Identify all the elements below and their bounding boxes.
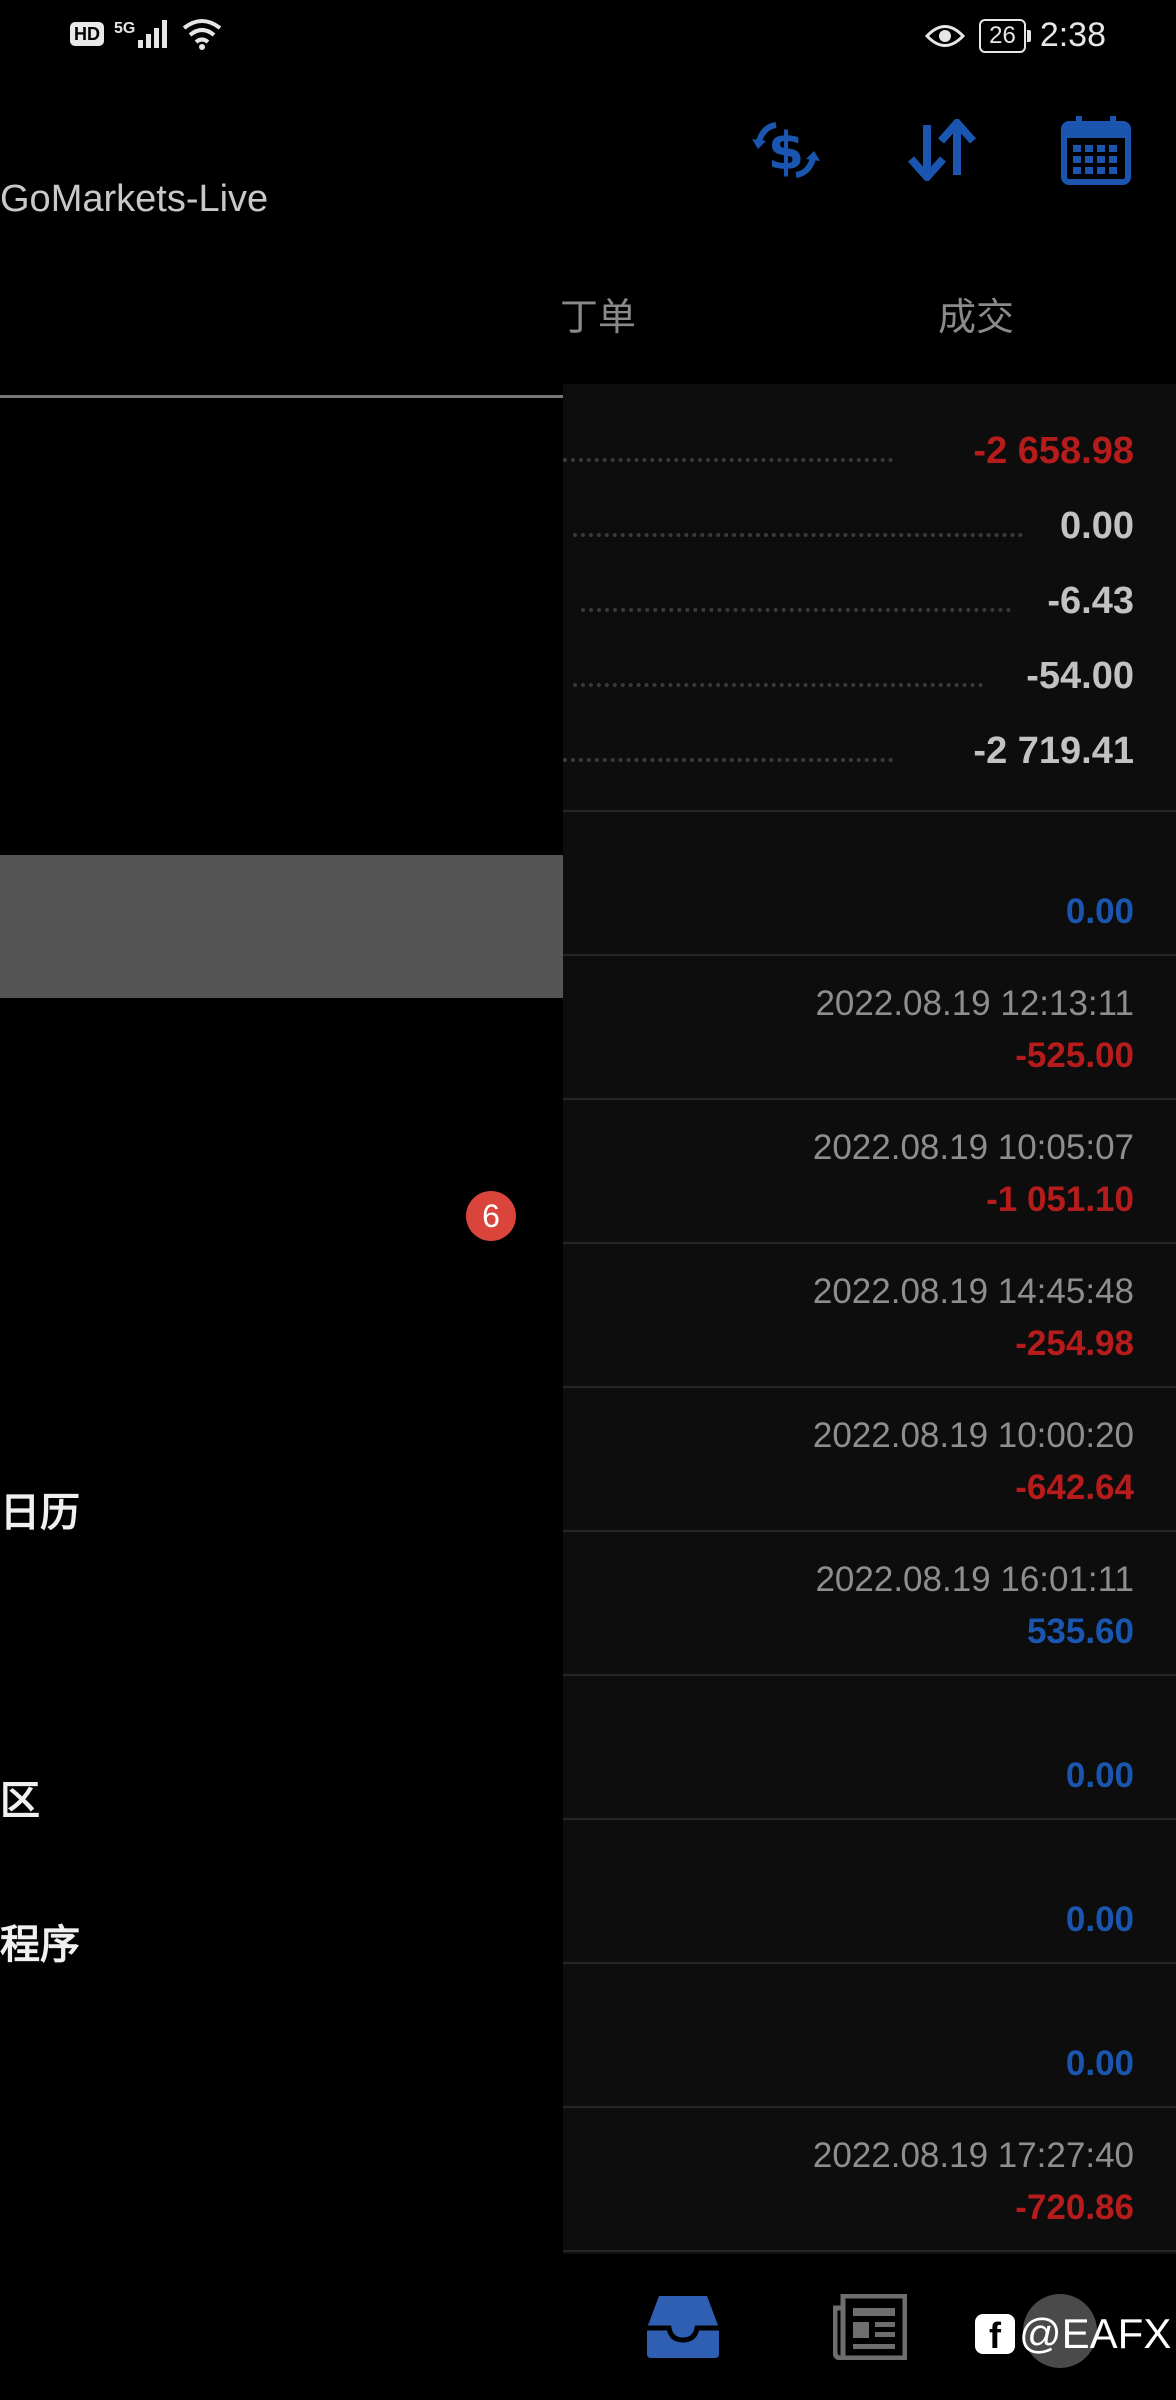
5g-signal-icon: 5G [114, 20, 172, 48]
deal-profit: 0.00 [1065, 892, 1134, 931]
drawer-header-divider [0, 395, 563, 398]
facebook-logo-icon: f [975, 2314, 1015, 2356]
deal-profit: 535.60 [1026, 1612, 1134, 1651]
summary-value: -6.43 [1047, 580, 1134, 622]
summary-row: -54.00 [563, 645, 1176, 720]
trade-inbox-icon[interactable] [645, 2292, 721, 2365]
calendar-icon[interactable] [1056, 110, 1136, 190]
deal-row[interactable]: 2022.08.19 14:45:48 -254.98 [563, 1244, 1176, 1388]
news-icon[interactable] [832, 2293, 908, 2365]
currency-exchange-icon[interactable]: $ [746, 110, 826, 190]
dotted-leader [563, 758, 893, 762]
deal-profit: -525.00 [1015, 1036, 1134, 1075]
deal-row[interactable]: 2022.08.19 10:00:20 -642.64 [563, 1388, 1176, 1532]
deal-time: 2022.08.19 16:01:11 [815, 1560, 1134, 1599]
deal-row[interactable]: 0.00 [563, 1676, 1176, 1820]
battery-indicator: 26 [979, 18, 1031, 53]
drawer-item-community[interactable]: 区 [0, 1768, 40, 1826]
watermark: f @EAFX [975, 2310, 1171, 2358]
deal-row[interactable]: 0.00 [563, 812, 1176, 956]
notification-badge: 6 [466, 1191, 516, 1241]
deal-time: 2022.08.19 14:45:48 [812, 1272, 1134, 1311]
summary-row: -2 658.98 [563, 420, 1176, 495]
deal-profit: 0.00 [1065, 1900, 1134, 1939]
deal-row[interactable]: 2022.08.19 17:27:40 -720.86 [563, 2108, 1176, 2252]
summary-row: -2 719.41 [563, 720, 1176, 795]
clock: 2:38 [1039, 16, 1106, 54]
deal-row[interactable]: 2022.08.19 10:05:07 -1 051.10 [563, 1100, 1176, 1244]
deal-time: 2022.08.19 17:27:40 [812, 2136, 1134, 2175]
deal-row[interactable]: 0.00 [563, 1964, 1176, 2108]
dotted-leader [563, 458, 893, 462]
tab-orders[interactable]: 丁单 [560, 286, 636, 341]
drawer-item-apps[interactable]: 程序 [0, 1912, 80, 1970]
summary-value: -2 658.98 [973, 430, 1134, 472]
deal-profit: -254.98 [1015, 1324, 1134, 1363]
status-bar: HD 5G 26 2:38 [0, 0, 1176, 72]
status-right: 26 2:38 [925, 16, 1106, 55]
network-type-label: 5G [114, 20, 136, 37]
summary-value: -54.00 [1026, 655, 1134, 697]
summary-row: 0.00 [563, 495, 1176, 570]
deal-time: 2022.08.19 10:05:07 [812, 1128, 1134, 1167]
deal-time: 2022.08.19 12:13:11 [815, 984, 1134, 1023]
dotted-leader [581, 608, 1011, 612]
watermark-text: @EAFX [1019, 2310, 1172, 2357]
wifi-icon [183, 19, 222, 50]
account-name: GoMarkets-Live [0, 178, 269, 220]
status-left: HD 5G [70, 18, 222, 50]
summary-value: -2 719.41 [973, 730, 1134, 772]
eye-icon [925, 24, 966, 47]
dotted-leader [573, 683, 983, 687]
deal-time: 2022.08.19 10:00:20 [812, 1416, 1134, 1455]
deal-profit: -720.86 [1015, 2188, 1134, 2227]
deal-row[interactable]: 2022.08.19 16:01:11 535.60 [563, 1532, 1176, 1676]
deal-row[interactable]: 0.00 [563, 1820, 1176, 1964]
drawer-selected-item[interactable] [0, 855, 563, 998]
deal-profit: -1 051.10 [986, 1180, 1134, 1219]
navigation-drawer [0, 400, 563, 2400]
deal-profit: 0.00 [1065, 1756, 1134, 1795]
deal-profit: -642.64 [1015, 1468, 1134, 1507]
sort-icon[interactable] [902, 110, 982, 190]
summary-value: 0.00 [1060, 505, 1134, 547]
deal-row[interactable]: 2022.08.19 12:13:11 -525.00 [563, 956, 1176, 1100]
drawer-item-calendar[interactable]: 日历 [0, 1480, 80, 1538]
dotted-leader [573, 533, 1023, 537]
history-panel: -2 658.98 0.00 -6.43 -54.00 -2 719.41 0.… [563, 384, 1176, 2254]
deal-profit: 0.00 [1065, 2044, 1134, 2083]
tab-deals[interactable]: 成交 [938, 286, 1014, 341]
hd-icon: HD [70, 22, 104, 46]
summary-row: -6.43 [563, 570, 1176, 645]
